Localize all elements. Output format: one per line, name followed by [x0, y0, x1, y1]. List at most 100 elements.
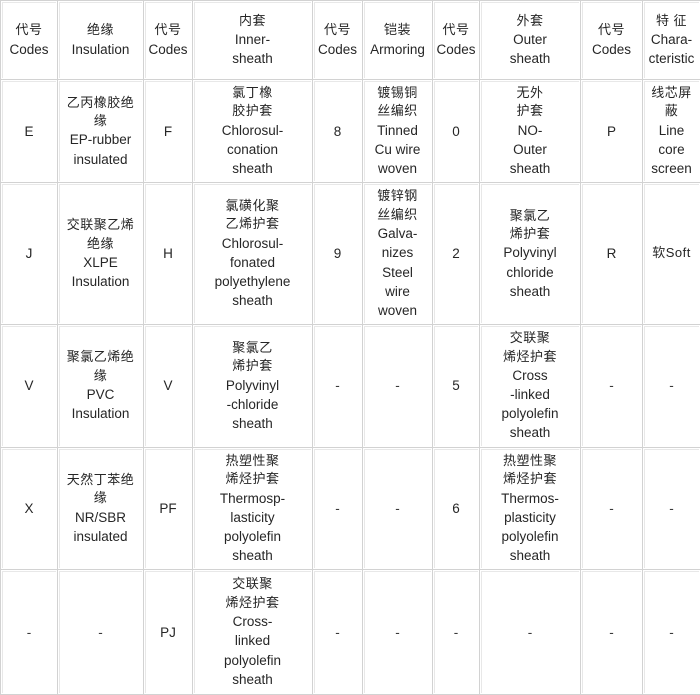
table-cell: PJ	[144, 570, 193, 695]
header-cell: 代号 Codes	[313, 1, 363, 80]
table-cell: -	[433, 570, 480, 695]
cell-text-en: R	[606, 246, 617, 262]
cell-text-cn: 烯烃护套	[225, 471, 280, 487]
cell-empty-dash: -	[395, 378, 400, 394]
cell-text-cn: 热塑性聚	[502, 452, 557, 468]
cell-text-en: Chlorosul-	[221, 122, 284, 138]
cell-text-en: 9	[333, 246, 342, 262]
table-body: 代号 Codes 绝缘 Insulation 代号 Codes 内套 Inner-sheath…	[1, 1, 700, 695]
cell-text-en: Line	[658, 122, 685, 138]
cell-text-en: Thermos-	[501, 490, 559, 506]
cell-text-en: Codes	[591, 41, 632, 57]
header-cell: 代号 Codes	[433, 1, 480, 80]
table-cell: F	[144, 80, 193, 184]
cell-empty-dash: -	[609, 378, 614, 394]
cell-text-en: screen	[651, 161, 692, 177]
cell-text-en: 6	[452, 500, 460, 516]
cell-text-en: Codes	[436, 41, 476, 57]
cell-text-en: sheath	[232, 547, 273, 563]
cell-text-cn: 交联聚	[232, 576, 273, 592]
header-cell: 外套 Outer sheath	[480, 1, 581, 80]
cell-text-en: PJ	[160, 624, 176, 640]
table-cell: -	[581, 447, 643, 571]
cell-text-cn: 内套	[238, 12, 266, 28]
cell-text-en: Codes	[317, 41, 358, 57]
cable-code-table: 代号 Codes 绝缘 Insulation 代号 Codes 内套 Inner-sheath…	[0, 0, 700, 695]
table-cell: -	[363, 447, 433, 571]
cell-text-en: sheath	[232, 293, 273, 309]
cell-text-en: Codes	[148, 41, 188, 57]
cell-text-en: polyolefin	[223, 652, 282, 668]
cell-text-en: polyethylene	[214, 274, 291, 290]
cell-text-cn: 热塑性聚	[225, 452, 280, 468]
cell-text-en: PF	[159, 500, 177, 516]
cell-empty-dash: -	[669, 500, 674, 516]
cell-text-en: P	[606, 123, 616, 139]
cell-text-cn: 聚氯乙	[232, 339, 273, 355]
cell-empty-dash: -	[609, 500, 614, 516]
table-cell: 交联聚烯烃护套 Cross-linked polyolefin sheath	[193, 570, 313, 695]
cell-text-en: polyolefin	[223, 528, 282, 544]
table-cell: -	[480, 570, 581, 695]
cell-text-en: fonated	[229, 255, 276, 271]
header-cell: 代号 Codes	[1, 1, 58, 80]
cell-text-en: chloride	[506, 264, 554, 280]
table-cell: 氯磺化聚 乙烯护套 Chlorosul-fonated polyethylene she…	[193, 183, 313, 326]
table-cell: -	[313, 447, 363, 571]
cell-text-cn: 代号	[597, 22, 625, 38]
table-cell: 热塑性聚 烯烃护套 Thermos-plasticity polyolefin shea…	[480, 447, 581, 571]
table-cell: E	[1, 80, 58, 184]
cell-empty-dash: -	[335, 378, 340, 394]
cell-empty-dash: -	[98, 624, 103, 640]
cell-text-en: sheath	[509, 51, 551, 67]
table-cell: 5	[433, 325, 480, 448]
cell-text-en: Steel	[382, 264, 413, 280]
cell-text-en: V	[24, 378, 34, 394]
cell-text-en: cteristic	[648, 51, 695, 67]
table-row: X 天然丁苯绝缘 NR/SBR insulated PF 热塑性聚 烯烃护套 Thermosp…	[1, 447, 700, 571]
cell-text-en: sheath	[509, 547, 551, 563]
cell-text-cn: 缘	[93, 113, 108, 129]
cell-text-en: J	[25, 246, 33, 262]
table-cell: 交联聚乙烯 绝缘 XLPE Insulation	[58, 183, 144, 326]
table-row: E 乙丙橡胶绝缘 EP-rubber insulated F 氯丁橡 胶护套 Chlorosu…	[1, 80, 700, 184]
table-cell: 0	[433, 80, 480, 184]
cell-text-cn: 软Soft	[652, 245, 691, 261]
header-cell: 特 征 Chara-cteristic	[643, 1, 700, 80]
cell-text-en: -linked	[510, 387, 550, 403]
cell-empty-dash: -	[335, 500, 340, 516]
table-cell: -	[313, 325, 363, 448]
table-row: J 交联聚乙烯 绝缘 XLPE Insulation H 氯磺化聚 乙烯护套 Chlorosul…	[1, 183, 700, 326]
cell-text-cn: 胶护套	[232, 103, 273, 119]
cell-text-en: conation	[226, 142, 279, 158]
table-cell: 6	[433, 447, 480, 571]
cell-text-en: plasticity	[504, 509, 556, 525]
table-cell: 聚氯乙烯绝缘 PVC Insulation	[58, 325, 144, 448]
cell-text-cn: 代号	[154, 22, 182, 38]
cell-text-en: XLPE	[83, 255, 118, 271]
cell-text-cn: 烯烃护套	[502, 348, 557, 364]
cell-text-en: lasticity	[230, 509, 275, 525]
cell-text-cn: 镀锡铜	[377, 85, 418, 100]
table-cell: 线芯屏蔽 Line core screen	[643, 80, 700, 184]
table-cell: R	[581, 183, 643, 326]
cell-text-cn: 缘	[93, 490, 108, 506]
table-cell: H	[144, 183, 193, 326]
table-cell: 软Soft	[643, 183, 700, 326]
cell-text-en: Chlorosul-	[221, 235, 284, 251]
cell-text-en: Insulation	[71, 41, 130, 57]
cell-text-cn: 代号	[323, 22, 351, 38]
cell-text-en: Inner-	[234, 32, 271, 48]
cell-text-cn: 护套	[516, 103, 544, 119]
cell-text-en: insulated	[73, 528, 128, 544]
table-cell: 聚氯乙 烯护套 Polyvinyl chloride sheath	[480, 183, 581, 326]
table-cell: 乙丙橡胶绝缘 EP-rubber insulated	[58, 80, 144, 184]
cell-empty-dash: -	[395, 500, 400, 516]
cell-text-en: wire	[385, 283, 410, 299]
cell-text-en: 0	[452, 123, 460, 139]
table-cell: 氯丁橡 胶护套 Chlorosul-conation sheath	[193, 80, 313, 184]
cell-text-en: X	[24, 500, 34, 516]
table-cell: -	[58, 570, 144, 695]
table-cell: -	[643, 447, 700, 571]
cell-text-en: Cross-	[232, 614, 273, 630]
